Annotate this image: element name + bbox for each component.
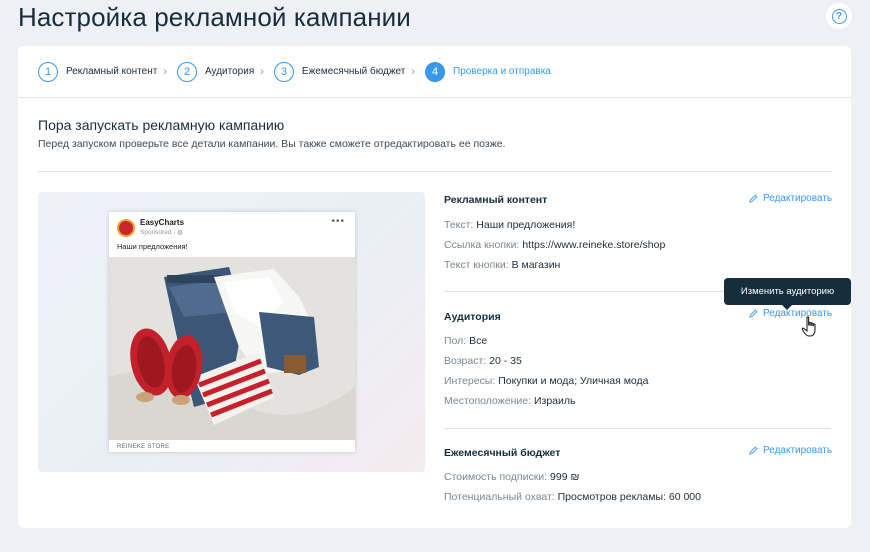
info-row: Ссылка кнопки: https://www.reineke.store… [444, 239, 665, 251]
info-row: Возраст: 20 - 35 [444, 355, 522, 367]
ad-image [109, 257, 355, 440]
page-title: Настройка рекламной кампании [18, 2, 411, 32]
info-row: Местоположение: Израиль [444, 395, 575, 407]
edit-label: Редактировать [763, 193, 833, 204]
help-button[interactable]: ? [826, 3, 852, 29]
step-audience[interactable]: 2 Аудитория [177, 61, 255, 82]
chevron-right-icon: › [411, 65, 415, 78]
hand-cursor-icon [801, 316, 816, 337]
divider [38, 171, 832, 172]
info-value: Просмотров рекламы: 60 000 [557, 491, 701, 503]
stepper: 1 Рекламный контент › 2 Аудитория › 3 Еж… [18, 46, 851, 98]
info-value: Наши предложения! [476, 219, 576, 231]
info-value: 20 - 35 [489, 355, 522, 367]
chevron-right-icon: › [163, 65, 167, 78]
more-icon: ••• [331, 216, 345, 227]
step-number: 4 [425, 61, 445, 82]
sponsored-text: Sponsored [140, 229, 172, 236]
info-value: Покупки и мода; Уличная мода [498, 375, 649, 387]
info-key: Возраст: [444, 355, 487, 367]
divider [444, 428, 831, 429]
edit-content-link[interactable]: Редактировать [749, 193, 832, 204]
edit-budget-link[interactable]: Редактировать [749, 445, 832, 456]
step-budget[interactable]: 3 Ежемесячный бюджет [273, 61, 406, 82]
section-subtitle: Перед запуском проверьте все детали камп… [38, 138, 506, 150]
info-value: https://www.reineke.store/shop [522, 239, 666, 251]
info-key: Текст кнопки: [444, 259, 509, 271]
info-key: Интересы: [444, 375, 496, 387]
ad-page-name: EasyCharts [140, 218, 185, 227]
pencil-icon [749, 309, 758, 318]
info-key: Ссылка кнопки: [444, 239, 520, 251]
step-label: Аудитория [205, 66, 255, 77]
info-key: Пол: [444, 335, 467, 347]
tooltip: Изменить аудиторию [724, 278, 851, 310]
pencil-icon [749, 194, 758, 203]
info-value: Все [469, 335, 488, 347]
edit-label: Редактировать [763, 445, 833, 456]
ad-sponsored-label: Sponsored · ◍ [140, 229, 183, 236]
step-label: Проверка и отправка [453, 66, 551, 77]
info-value: 999 ₪ [550, 471, 580, 483]
info-value: Израиль [533, 395, 576, 407]
step-label: Ежемесячный бюджет [301, 66, 406, 77]
info-key: Текст: [444, 219, 474, 231]
info-row: Текст: Наши предложения! [444, 219, 575, 231]
ad-text: Наши предложения! [117, 242, 188, 251]
content-section-title: Рекламный контент [444, 194, 548, 206]
globe-icon: ◍ [177, 229, 183, 236]
step-label: Рекламный контент [66, 66, 158, 77]
step-number: 2 [177, 61, 197, 82]
info-key: Потенциальный охват: [444, 491, 555, 503]
budget-section-title: Ежемесячный бюджет [444, 447, 561, 459]
chevron-right-icon: › [260, 65, 264, 78]
info-row: Интересы: Покупки и мода; Уличная мода [444, 375, 649, 387]
info-key: Местоположение: [444, 395, 532, 407]
campaign-card: 1 Рекламный контент › 2 Аудитория › 3 Еж… [18, 46, 851, 528]
ad-preview: EasyCharts Sponsored · ◍ ••• Наши предло… [109, 212, 355, 452]
step-content[interactable]: 1 Рекламный контент [38, 61, 158, 82]
help-icon: ? [831, 8, 847, 24]
pencil-icon [749, 446, 758, 455]
info-value: В магазин [511, 259, 561, 271]
page-avatar [117, 219, 135, 237]
info-row: Пол: Все [444, 335, 487, 347]
info-row: Стоимость подписки: 999 ₪ [444, 471, 579, 483]
audience-section-title: Аудитория [444, 311, 501, 323]
info-row: Потенциальный охват: Просмотров рекламы:… [444, 491, 701, 503]
section-title: Пора запускать рекламную кампанию [38, 117, 285, 133]
ad-footer: REINEKE STORE [117, 444, 170, 450]
step-number: 3 [273, 61, 294, 82]
info-row: Текст кнопки: В магазин [444, 259, 560, 271]
ad-preview-panel: EasyCharts Sponsored · ◍ ••• Наши предло… [38, 192, 425, 472]
info-key: Стоимость подписки: [444, 471, 548, 483]
step-number: 1 [38, 61, 58, 82]
edit-label: Редактировать [763, 308, 833, 319]
step-review[interactable]: 4 Проверка и отправка [425, 61, 551, 82]
